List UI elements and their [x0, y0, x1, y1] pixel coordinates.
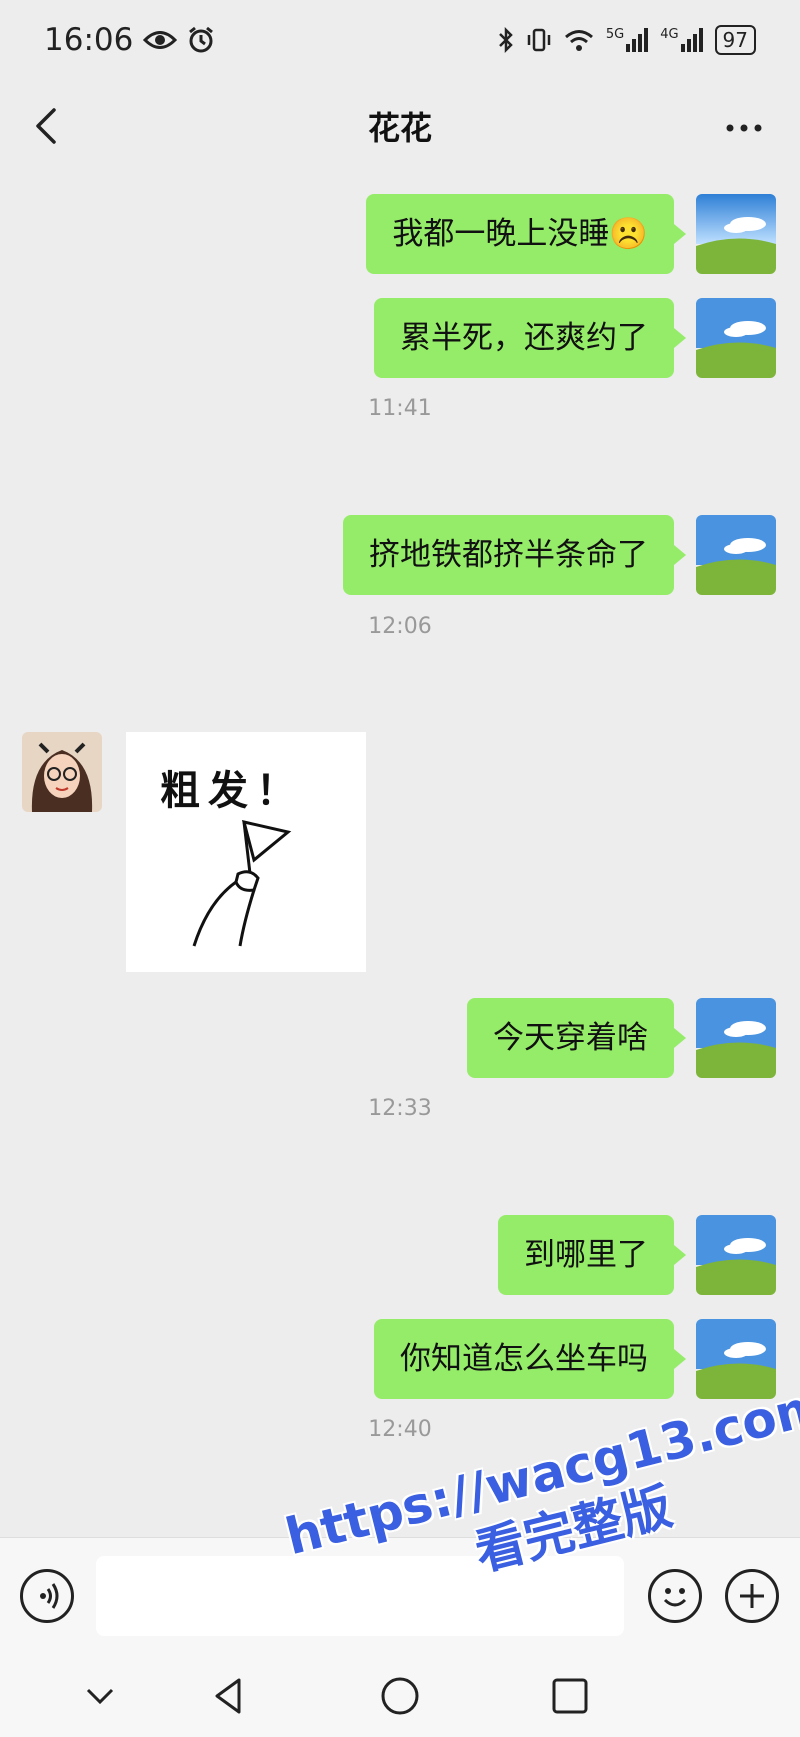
contact-avatar[interactable]: [22, 732, 102, 812]
message-text: 今天穿着啥: [493, 1020, 648, 1056]
message-text: 挤地铁都挤半条命了: [369, 537, 648, 573]
message-bubble[interactable]: 你知道怎么坐车吗: [374, 1319, 686, 1399]
chevron-left-icon[interactable]: [28, 104, 68, 148]
vibrate-icon: [527, 28, 551, 52]
message-text: 累半死，还爽约了: [400, 320, 648, 356]
message-text: 到哪里了: [524, 1237, 648, 1273]
message-text: 你知道怎么坐车吗: [400, 1341, 648, 1377]
more-dots-icon[interactable]: [724, 108, 764, 148]
my-avatar[interactable]: [696, 194, 776, 274]
flag-drawing: [192, 819, 292, 947]
battery-icon: 97: [714, 25, 756, 55]
home-circle-icon[interactable]: [376, 1672, 424, 1720]
plus-icon[interactable]: [725, 1569, 779, 1623]
message-bubble[interactable]: 挤地铁都挤半条命了: [343, 515, 686, 595]
signal-4g-icon: 4G: [660, 27, 703, 52]
my-avatar[interactable]: [696, 998, 776, 1078]
alarm-icon: [189, 26, 214, 53]
status-left: 16:06: [44, 22, 215, 58]
my-avatar[interactable]: [696, 298, 776, 378]
status-time: 16:06: [44, 22, 134, 58]
recents-square-icon[interactable]: [546, 1672, 594, 1720]
message-bubble[interactable]: 今天穿着啥: [467, 998, 686, 1078]
signal-5g-icon: 5G: [605, 27, 649, 52]
chat-header: 花花: [0, 80, 800, 172]
network-5g-label: 5G: [605, 27, 625, 42]
bluetooth-icon: [498, 27, 513, 53]
input-bar: [0, 1537, 800, 1654]
emoji-icon[interactable]: [648, 1569, 702, 1623]
timestamp: 12:40: [368, 1417, 432, 1442]
message-bubble[interactable]: 累半死，还爽约了: [374, 298, 686, 378]
timestamp: 12:06: [368, 614, 432, 639]
status-right: 5G 4G 97: [498, 25, 756, 55]
voice-icon[interactable]: [20, 1569, 74, 1623]
system-nav-bar: [0, 1654, 800, 1737]
eye-icon: [143, 31, 178, 49]
page-title: 花花: [367, 109, 432, 147]
status-bar: 16:06 5G 4G 97: [0, 0, 800, 80]
message-bubble[interactable]: 我都一晚上没睡☹️: [366, 194, 686, 274]
message-text: 我都一晚上没睡☹️: [392, 216, 648, 252]
message-bubble[interactable]: 到哪里了: [498, 1215, 686, 1295]
sticker-image[interactable]: 粗发！: [126, 732, 366, 972]
my-avatar[interactable]: [696, 1319, 776, 1399]
back-triangle-icon[interactable]: [205, 1672, 253, 1720]
message-input[interactable]: [96, 1556, 624, 1636]
battery-level: 97: [722, 28, 748, 52]
message-list[interactable]: 我都一晚上没睡☹️ 累半死，还爽约了 11:41 挤地铁都挤半条命了 12:06: [0, 172, 800, 1537]
chevron-down-icon[interactable]: [76, 1672, 124, 1720]
network-4g-label: 4G: [660, 27, 679, 42]
wifi-icon: [564, 30, 593, 51]
my-avatar[interactable]: [696, 515, 776, 595]
my-avatar[interactable]: [696, 1215, 776, 1295]
timestamp: 12:33: [368, 1096, 432, 1121]
timestamp: 11:41: [368, 396, 432, 421]
